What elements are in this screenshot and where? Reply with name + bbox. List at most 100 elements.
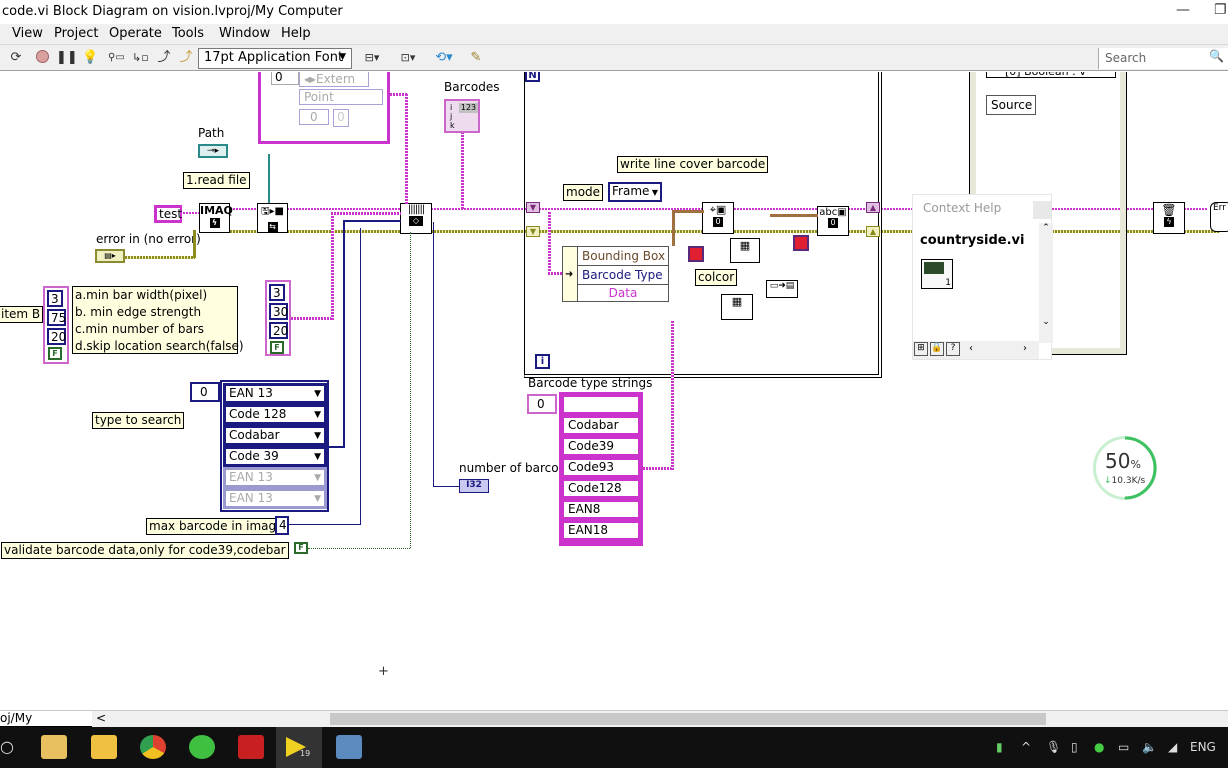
help-icon[interactable]: ?	[946, 342, 960, 356]
menu-view[interactable]: View	[12, 26, 43, 41]
dropdown-arrow-icon[interactable]: ▼	[314, 429, 321, 444]
unbundle-data[interactable]: Data	[577, 284, 669, 302]
shift-register-image-left[interactable]: ▼	[526, 202, 540, 213]
barcode-type-strings-array[interactable]: Codabar Code39 Code93 Code128 EAN8 EAN18	[559, 392, 643, 546]
horizontal-scrollbar-thumb[interactable]	[330, 713, 1046, 725]
color-constant-red-1[interactable]	[688, 246, 704, 262]
barcode-type-string[interactable]: Codabar	[561, 415, 641, 436]
imaq-read-file-node[interactable]: 🖫▸■ ⇆	[257, 203, 288, 233]
validate-constant[interactable]: F	[294, 542, 308, 554]
top-cluster-index[interactable]: 0	[271, 72, 299, 85]
align-objects-icon[interactable]: ⊟▾	[360, 50, 384, 66]
min-bar-width-b[interactable]: 3	[269, 284, 285, 301]
skip-location-search-b[interactable]: F	[270, 341, 284, 354]
imaq-overlay-text-node[interactable]: abc▣ 0	[817, 206, 849, 236]
unbundle-barcode-type[interactable]: Barcode Type	[577, 265, 669, 285]
settings-cluster-b[interactable]: 3 30 20 F	[265, 280, 291, 356]
loop-count-terminal[interactable]: N	[525, 72, 540, 82]
simple-error-handler-node[interactable]: Err	[1210, 202, 1228, 232]
barcode-type-string[interactable]	[561, 394, 641, 415]
file-explorer-icon[interactable]	[91, 735, 117, 759]
step-over-icon[interactable]: ⤴	[156, 50, 172, 66]
min-number-of-bars-b[interactable]: 20	[269, 322, 288, 339]
volume-icon[interactable]: 🔈	[1142, 740, 1157, 754]
context-help-scrollbar[interactable]: ⌃ ⌄	[1039, 223, 1053, 343]
cleanup-diagram-icon[interactable]: ✎	[468, 50, 484, 66]
barcode-type-enum[interactable]: Codabar ▼	[223, 425, 327, 446]
language-indicator[interactable]: ENG	[1190, 740, 1216, 754]
barcode-type-strings-index[interactable]: 0	[527, 394, 557, 414]
block-diagram-canvas[interactable]: 0 ◂▸Extern Point 0 0 Path ⊸▸ 1.read file…	[0, 72, 1228, 710]
imaq-read-barcode-node[interactable]: ||||||| ◇	[400, 203, 432, 234]
numeric-a[interactable]: 0	[299, 109, 329, 125]
unbundle-bounding-box[interactable]: Bounding Box	[577, 246, 669, 266]
skip-location-search[interactable]: F	[48, 347, 62, 360]
menu-help[interactable]: Help	[281, 26, 311, 41]
barcode-type-enum[interactable]: Code 128 ▼	[223, 404, 327, 425]
mode-enum[interactable]: Frame ▼	[608, 182, 662, 202]
context-help-close-button[interactable]	[1033, 201, 1051, 219]
array-index-node-1[interactable]: ▦	[730, 238, 760, 263]
shift-register-image-right[interactable]: ▲	[866, 202, 880, 213]
retain-wire-values-icon[interactable]: ⚲▭	[108, 50, 125, 66]
restore-button[interactable]: ❐	[1214, 2, 1227, 18]
distribute-objects-icon[interactable]: ⊡▾	[396, 50, 420, 66]
minimize-button[interactable]: —	[1176, 2, 1190, 18]
show-optional-terminals-icon[interactable]: ⊞	[914, 342, 928, 356]
search-input[interactable]: Search 🔍	[1098, 48, 1228, 69]
outlook-icon[interactable]	[41, 735, 67, 759]
step-into-icon[interactable]: ↳▫	[132, 50, 149, 66]
imaq-overlay-rect-node[interactable]: ⌖▣ 0	[702, 202, 734, 234]
step-out-icon[interactable]: ⤴	[178, 50, 194, 66]
reorder-icon[interactable]: ⟲▾	[432, 50, 456, 66]
menu-operate[interactable]: Operate	[109, 26, 162, 41]
dropdown-arrow-icon[interactable]: ▼	[314, 492, 321, 507]
context-help-window[interactable]: Context Help countryside.vi 1 ⌃ ⌄ ⊞ 🔒 ? ‹…	[912, 194, 1053, 360]
barcode-type-enum[interactable]: EAN 13 ▼	[223, 488, 327, 509]
array-index-node-2[interactable]: ▦	[721, 294, 753, 320]
barcode-type-enum[interactable]: EAN 13 ▼	[223, 467, 327, 488]
numeric-b[interactable]: 0	[333, 109, 349, 127]
usb-icon[interactable]: ▮	[996, 740, 1003, 754]
min-edge-strength-b[interactable]: 30	[269, 303, 288, 320]
font-select[interactable]: 17pt Application Font ▼	[198, 48, 352, 69]
barcode-type-enum[interactable]: Code 39 ▼	[223, 446, 327, 467]
type-to-search-array[interactable]: EAN 13 ▼ Code 128 ▼ Codabar ▼ Code 39 ▼ EAN 13 ▼ E…	[220, 380, 329, 512]
menu-window[interactable]: Window	[219, 26, 270, 41]
highlight-execution-icon[interactable]: 💡	[82, 50, 98, 66]
scroll-left-icon[interactable]: ‹	[969, 343, 973, 354]
max-barcode-constant[interactable]: 4	[275, 516, 289, 535]
dropdown-arrow-icon[interactable]: ▼	[314, 450, 321, 465]
tray-expand-icon[interactable]: ^	[1021, 740, 1031, 754]
barcodes-indicator[interactable]: ijk 123	[444, 99, 480, 133]
min-number-of-bars[interactable]: 20	[47, 328, 66, 345]
case-selector[interactable]: [0] Boolean : v	[986, 72, 1116, 78]
imaq-create-node[interactable]: IMAQ ϟ	[199, 203, 233, 233]
path-control[interactable]: ⊸▸	[198, 144, 228, 158]
battery-icon[interactable]: ▭	[1118, 740, 1129, 754]
usb-drive-icon[interactable]: ▯	[1071, 740, 1078, 754]
shift-register-error-left[interactable]: ▼	[526, 226, 540, 237]
wifi-icon[interactable]: ◢	[1168, 740, 1177, 754]
abort-icon[interactable]	[34, 50, 50, 66]
acrobat-icon[interactable]	[238, 735, 264, 759]
photos-icon[interactable]	[336, 735, 362, 759]
barcode-type-string[interactable]: Code128	[561, 478, 641, 499]
barcode-type-enum[interactable]: EAN 13 ▼	[223, 383, 327, 404]
run-continuously-icon[interactable]: ⟳	[8, 50, 24, 66]
labview-taskbar-button[interactable]: 19	[276, 727, 322, 768]
wechat-icon[interactable]	[189, 735, 215, 759]
menu-project[interactable]: Project	[54, 26, 98, 41]
search-icon[interactable]: 🔍	[1209, 49, 1224, 63]
menu-tools[interactable]: Tools	[172, 26, 204, 41]
shift-register-error-right[interactable]: ▲	[866, 226, 880, 237]
scroll-left-button[interactable]: <	[96, 711, 106, 725]
error-in-control[interactable]: ▤▸	[95, 249, 125, 263]
barcode-type-string[interactable]: EAN8	[561, 499, 641, 520]
pause-icon[interactable]: ❚❚	[56, 50, 78, 66]
wechat-tray-icon[interactable]: ●	[1094, 740, 1104, 754]
number-of-barcodes-indicator[interactable]: I32	[459, 479, 489, 493]
color-constant-red-2[interactable]	[793, 235, 809, 251]
chrome-icon[interactable]	[140, 735, 166, 759]
type-array-index[interactable]: 0	[190, 382, 220, 402]
